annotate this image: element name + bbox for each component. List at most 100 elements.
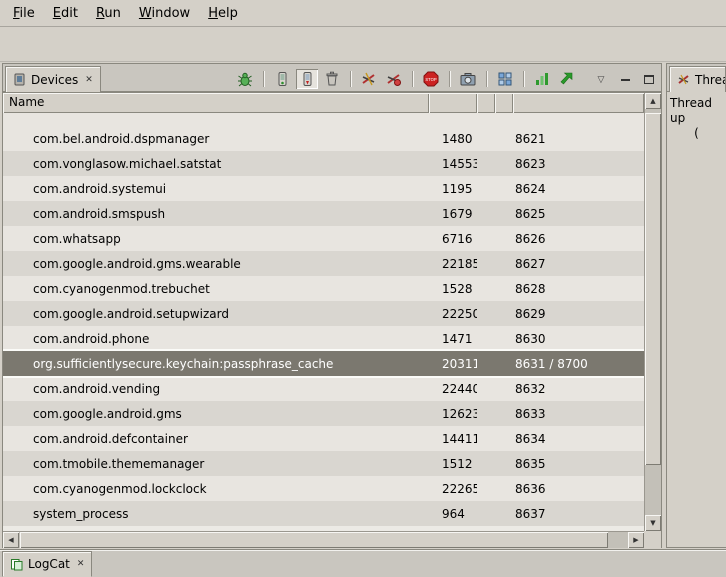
process-port: 8633 bbox=[513, 407, 644, 421]
menu-help[interactable]: Help bbox=[199, 3, 247, 24]
process-name: com.vonglasow.michael.satstat bbox=[3, 157, 429, 171]
process-pid: 1512 bbox=[429, 457, 477, 471]
table-row[interactable]: com.google.android.gms.wearable221858627 bbox=[3, 251, 644, 276]
debug-process-icon[interactable] bbox=[234, 69, 256, 89]
process-port: 8632 bbox=[513, 382, 644, 396]
dump-hprof-icon[interactable] bbox=[296, 69, 318, 89]
table-row[interactable]: com.cyanogenmod.lockclock222658636 bbox=[3, 476, 644, 501]
process-port: 8624 bbox=[513, 182, 644, 196]
horizontal-scrollbar[interactable]: ◀ ▶ bbox=[3, 531, 644, 548]
vertical-scrollbar-thumb[interactable] bbox=[645, 113, 661, 465]
process-port: 8631 / 8700 bbox=[513, 357, 644, 371]
table-header: Name bbox=[3, 93, 644, 113]
table-row[interactable]: com.google.android.setupwizard22250 8629 bbox=[3, 301, 644, 326]
process-pid: 1528 bbox=[429, 282, 477, 296]
process-name: system_process bbox=[3, 507, 429, 521]
process-pid: 22440 bbox=[429, 382, 477, 396]
process-name: com.cyanogenmod.trebuchet bbox=[3, 282, 429, 296]
process-name: com.android.defcontainer bbox=[3, 432, 429, 446]
process-name: com.android.systemui bbox=[3, 182, 429, 196]
minimize-icon[interactable] bbox=[617, 71, 633, 87]
table-row[interactable]: com.bel.android.dspmanager14808621 bbox=[3, 126, 644, 151]
threads-tabstrip: Threads bbox=[667, 64, 726, 92]
menu-bar: File Edit Run Window Help bbox=[0, 0, 726, 27]
scroll-down-icon[interactable]: ▼ bbox=[645, 515, 661, 531]
table-row[interactable]: com.google.android.gms12623 8633 bbox=[3, 401, 644, 426]
table-row[interactable]: com.android.vending22440 8632 bbox=[3, 376, 644, 401]
process-port: 8627 bbox=[513, 257, 644, 271]
table-row[interactable]: com.tmobile.thememanager15128635 bbox=[3, 451, 644, 476]
threads-message-line1: Thread up bbox=[670, 96, 723, 126]
threads-message: Thread up ( bbox=[667, 92, 726, 145]
process-port: 8629 bbox=[513, 307, 644, 321]
tab-threads[interactable]: Threads bbox=[669, 66, 726, 92]
column-header-name[interactable]: Name bbox=[3, 93, 429, 113]
table-row[interactable]: com.android.defcontainer144118634 bbox=[3, 426, 644, 451]
process-name: com.bel.android.dspmanager bbox=[3, 132, 429, 146]
table-row[interactable]: com.vonglasow.michael.satstat14553 8623 bbox=[3, 151, 644, 176]
close-icon[interactable]: ✕ bbox=[85, 75, 93, 85]
process-name: com.google.android.gms bbox=[3, 407, 429, 421]
toolbar-separator bbox=[412, 71, 413, 87]
process-pid: 1195 bbox=[429, 182, 477, 196]
column-header-3[interactable] bbox=[477, 93, 495, 113]
update-heap-icon[interactable] bbox=[271, 69, 293, 89]
table-row[interactable]: com.android.phone14718630 bbox=[3, 326, 644, 351]
table-row[interactable]: com.whatsapp67168626 bbox=[3, 226, 644, 251]
horizontal-scrollbar-thumb[interactable] bbox=[20, 532, 608, 548]
process-name: com.android.vending bbox=[3, 382, 429, 396]
menu-window[interactable]: Window bbox=[130, 3, 199, 24]
table-row[interactable]: com.cyanogenmod.trebuchet1528 8628 bbox=[3, 276, 644, 301]
update-threads-icon[interactable] bbox=[358, 69, 380, 89]
process-port: 8636 bbox=[513, 482, 644, 496]
process-pid: 14411 bbox=[429, 432, 477, 446]
process-port: 8628 bbox=[513, 282, 644, 296]
process-pid: 6716 bbox=[429, 232, 477, 246]
scroll-left-icon[interactable]: ◀ bbox=[3, 532, 19, 548]
scroll-up-icon[interactable]: ▲ bbox=[645, 93, 661, 109]
view-menu-icon[interactable]: ▽ bbox=[593, 71, 609, 87]
screen-capture-icon[interactable] bbox=[457, 69, 479, 89]
column-header-port[interactable] bbox=[513, 93, 644, 113]
table-row[interactable]: system_process964 8637 bbox=[3, 501, 644, 526]
scroll-right-icon[interactable]: ▶ bbox=[628, 532, 644, 548]
menu-edit[interactable]: Edit bbox=[44, 3, 87, 24]
table-row-partial bbox=[3, 113, 644, 126]
close-icon[interactable]: ✕ bbox=[77, 559, 85, 569]
table-row[interactable]: org.sufficientlysecure.keychain:passphra… bbox=[3, 351, 644, 376]
cause-gc-icon[interactable] bbox=[321, 69, 343, 89]
vertical-scrollbar[interactable]: ▲ ▼ bbox=[644, 93, 661, 531]
stop-process-icon[interactable]: STOP bbox=[420, 69, 442, 89]
process-pid: 12623 bbox=[429, 407, 477, 421]
process-pid: 964 bbox=[429, 507, 477, 521]
column-header-pid[interactable] bbox=[429, 93, 477, 113]
menu-run[interactable]: Run bbox=[87, 3, 130, 24]
devices-tabstrip: Devices ✕ bbox=[3, 64, 661, 92]
devices-toolbar: STOP ▽ bbox=[234, 68, 657, 90]
process-name: com.android.smspush bbox=[3, 207, 429, 221]
toolbar-separator bbox=[449, 71, 450, 87]
table-row[interactable]: com.android.smspush16798625 bbox=[3, 201, 644, 226]
process-pid: 22250 bbox=[429, 307, 477, 321]
column-header-4[interactable] bbox=[495, 93, 513, 113]
toolbar-separator bbox=[350, 71, 351, 87]
tab-logcat[interactable]: LogCat ✕ bbox=[2, 551, 92, 577]
table-row[interactable]: com.android.systemui1195 8624 bbox=[3, 176, 644, 201]
tab-threads-label: Threads bbox=[695, 73, 726, 87]
view-hierarchy-icon[interactable] bbox=[494, 69, 516, 89]
process-name: com.google.android.setupwizard bbox=[3, 307, 429, 321]
devices-panel: Devices ✕ bbox=[2, 63, 662, 548]
threads-message-line2: ( bbox=[670, 126, 723, 141]
process-port: 8637 bbox=[513, 507, 644, 521]
process-port: 8623 bbox=[513, 157, 644, 171]
systrace-icon[interactable] bbox=[531, 69, 553, 89]
process-pid: 14553 bbox=[429, 157, 477, 171]
threads-icon bbox=[677, 73, 690, 86]
menu-file[interactable]: File bbox=[4, 3, 44, 24]
device-process-table: Name com.bel.android.dspmanager14808621c… bbox=[3, 92, 661, 548]
opengl-trace-icon[interactable] bbox=[556, 69, 578, 89]
svg-text:STOP: STOP bbox=[425, 77, 437, 82]
method-profiling-icon[interactable] bbox=[383, 69, 405, 89]
tab-devices[interactable]: Devices ✕ bbox=[5, 66, 101, 92]
maximize-icon[interactable] bbox=[641, 71, 657, 87]
